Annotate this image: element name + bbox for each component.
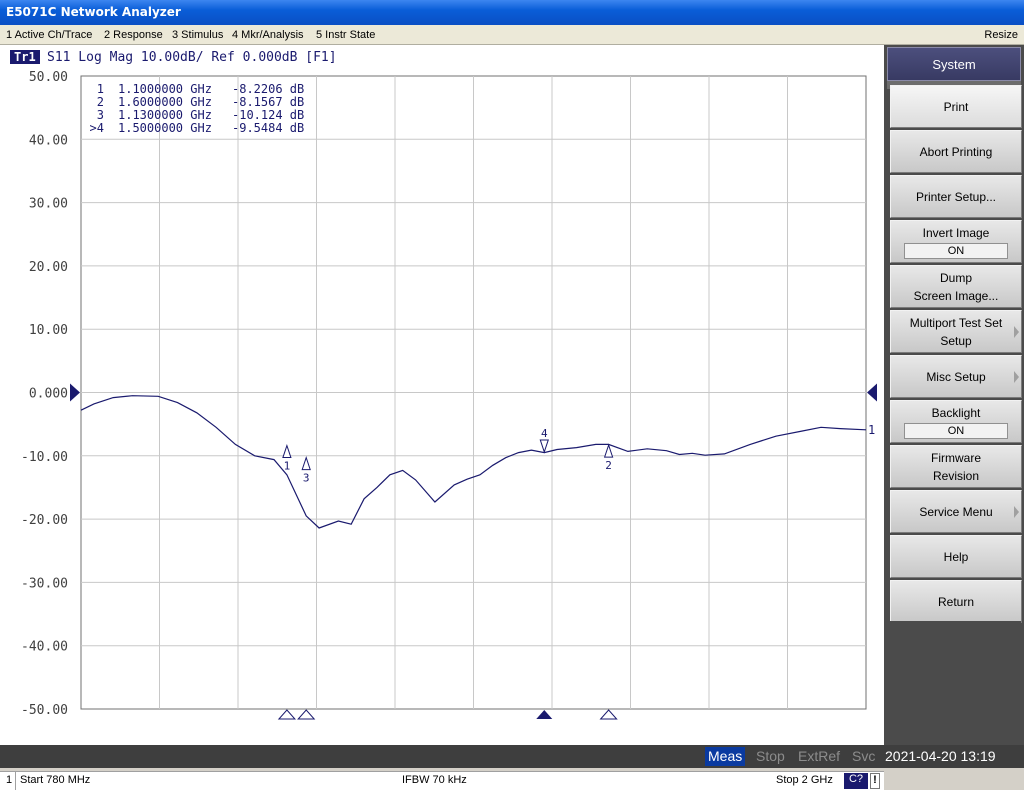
trace-tag: Tr1 <box>14 50 36 64</box>
trace-header: S11 Log Mag 10.00dB/ Ref 0.000dB [F1] <box>47 50 337 65</box>
marker-table-frequency: 1.1000000 GHz <box>118 82 212 96</box>
status-datetime: 2021-04-20 13:19 <box>885 748 996 764</box>
softkey-multiport-test-set-setup[interactable]: Multiport Test Set Setup <box>890 310 1022 353</box>
chart-window: 50.00 40.00 30.00 20.00 10.00 0.000 -10.00 -20.… <box>0 45 884 790</box>
softkey-panel: System Print Abort Printing Printer Setup.… <box>884 45 1024 745</box>
marker-table-frequency: 1.1300000 GHz <box>118 108 212 122</box>
softkey-label: Service Menu <box>919 504 993 519</box>
softkey-backlight[interactable]: Backlight ON <box>890 400 1022 443</box>
softkey-label: Multiport Test Set Setup <box>909 315 1003 348</box>
status-svc: Svc <box>852 748 876 764</box>
submenu-arrow-icon <box>1014 325 1019 338</box>
window-title: E5071C Network Analyzer <box>0 0 1024 25</box>
softkey-abort-printing[interactable]: Abort Printing <box>890 130 1022 173</box>
y-tick-label: -50.00 <box>21 703 68 718</box>
trace-end-label: 1 <box>868 423 875 437</box>
marker-label: 4 <box>541 427 548 440</box>
y-tick-label: -30.00 <box>21 576 68 591</box>
marker-table-value: -8.2206 dB <box>232 82 304 96</box>
softkey-label: Print <box>943 99 969 114</box>
softkey-value: ON <box>904 243 1008 259</box>
marker-table-number: 3 <box>97 108 104 122</box>
y-tick-label: 0.000 <box>29 387 68 402</box>
marker-table-value: -10.124 dB <box>232 108 304 122</box>
status-extref: ExtRef <box>798 748 841 764</box>
marker-label: 2 <box>605 459 612 472</box>
softkey-label: Dump Screen Image... <box>913 270 999 303</box>
marker-table-frequency: 1.5000000 GHz <box>118 121 212 135</box>
marker-position-icon <box>297 709 316 720</box>
y-tick-label: 50.00 <box>29 70 68 85</box>
softkey-label: Printer Setup... <box>915 189 997 204</box>
softkey-label: Firmware Revision <box>931 450 981 483</box>
marker-position-icon <box>277 709 297 720</box>
softkey-return[interactable]: Return <box>890 580 1022 623</box>
softkey-label: Return <box>937 594 975 609</box>
softkey-firmware-revision[interactable]: Firmware Revision <box>890 445 1022 488</box>
marker-position-active-icon <box>536 710 553 719</box>
submenu-arrow-icon <box>1014 505 1019 518</box>
menu-resize[interactable]: Resize <box>984 25 1018 45</box>
submenu-arrow-icon <box>1014 370 1019 383</box>
softkey-invert-image[interactable]: Invert Image ON <box>890 220 1022 263</box>
softkey-dump-screen-image[interactable]: Dump Screen Image... <box>890 265 1022 308</box>
softkey-print[interactable]: Print <box>890 85 1022 128</box>
trace-chart: 50.00 40.00 30.00 20.00 10.00 0.000 -10.00 -20.… <box>10 50 877 720</box>
softkey-value: ON <box>904 423 1008 439</box>
warning-icon: ! <box>870 773 880 789</box>
y-tick-label: 40.00 <box>29 133 68 148</box>
softkey-service-menu[interactable]: Service Menu <box>890 490 1022 533</box>
marker-table-number: 1 <box>97 82 104 96</box>
y-tick-label: -10.00 <box>21 450 68 465</box>
ref-level-arrow-right-icon <box>867 383 877 402</box>
marker-table-value: -9.5484 dB <box>232 121 304 135</box>
softkey-printer-setup[interactable]: Printer Setup... <box>890 175 1022 218</box>
marker-table-number: 2 <box>97 95 104 109</box>
marker-table-value: -8.1567 dB <box>232 95 304 109</box>
cal-status-badge: C? <box>844 773 868 789</box>
ifbw-label[interactable]: IFBW 70 kHz <box>402 774 467 786</box>
marker-position-icon <box>599 709 618 720</box>
bottom-marker-indicators <box>277 709 618 720</box>
softkey-panel-bottom <box>887 621 1021 745</box>
softkey-label: Misc Setup <box>926 369 986 384</box>
status-bar: Meas Stop ExtRef Svc 2021-04-20 13:19 <box>0 745 1024 768</box>
ref-level-arrow-left-icon <box>70 383 80 402</box>
marker-table-number: >4 <box>90 121 104 135</box>
channel-number[interactable]: 1 <box>6 774 12 786</box>
y-axis-ticks: 50.00 40.00 30.00 20.00 10.00 0.000 -10.00 -20.… <box>21 70 68 718</box>
softkey-menu-title: System <box>887 47 1021 81</box>
menu-bar: 1 Active Ch/Trace 2 Response 3 Stimulus … <box>0 25 1024 45</box>
menu-active-ch-trace[interactable]: 1 Active Ch/Trace <box>6 25 92 45</box>
y-tick-label: 30.00 <box>29 197 68 212</box>
status-meas: Meas <box>705 747 746 766</box>
start-frequency[interactable]: Start 780 MHz <box>20 774 90 786</box>
softkey-label: Invert Image <box>922 226 990 240</box>
marker-table-frequency: 1.6000000 GHz <box>118 95 212 109</box>
y-tick-label: -40.00 <box>21 640 68 655</box>
y-tick-label: -20.00 <box>21 513 68 528</box>
marker-label: 1 <box>284 460 291 473</box>
menu-stimulus[interactable]: 3 Stimulus <box>172 25 223 45</box>
menu-instr-state[interactable]: 5 Instr State <box>316 25 375 45</box>
y-tick-label: 10.00 <box>29 323 68 338</box>
chart-grid <box>80 75 867 710</box>
softkey-label: Help <box>943 549 969 564</box>
channel-stimulus-bar: 1 Start 780 MHz IFBW 70 kHz Stop 2 GHz C… <box>0 771 884 790</box>
marker-table: 1 1.1000000 GHz -8.2206 dB 2 1.6000000 GHz -8… <box>90 82 305 135</box>
softkey-label: Abort Printing <box>919 144 993 159</box>
marker-label: 3 <box>303 472 310 485</box>
status-stop: Stop <box>756 748 785 764</box>
stop-frequency[interactable]: Stop 2 GHz <box>776 774 833 786</box>
y-tick-label: 20.00 <box>29 260 68 275</box>
softkey-label: Backlight <box>931 406 981 420</box>
softkey-misc-setup[interactable]: Misc Setup <box>890 355 1022 398</box>
menu-mkr-analysis[interactable]: 4 Mkr/Analysis <box>232 25 304 45</box>
softkey-help[interactable]: Help <box>890 535 1022 578</box>
menu-response[interactable]: 2 Response <box>104 25 163 45</box>
